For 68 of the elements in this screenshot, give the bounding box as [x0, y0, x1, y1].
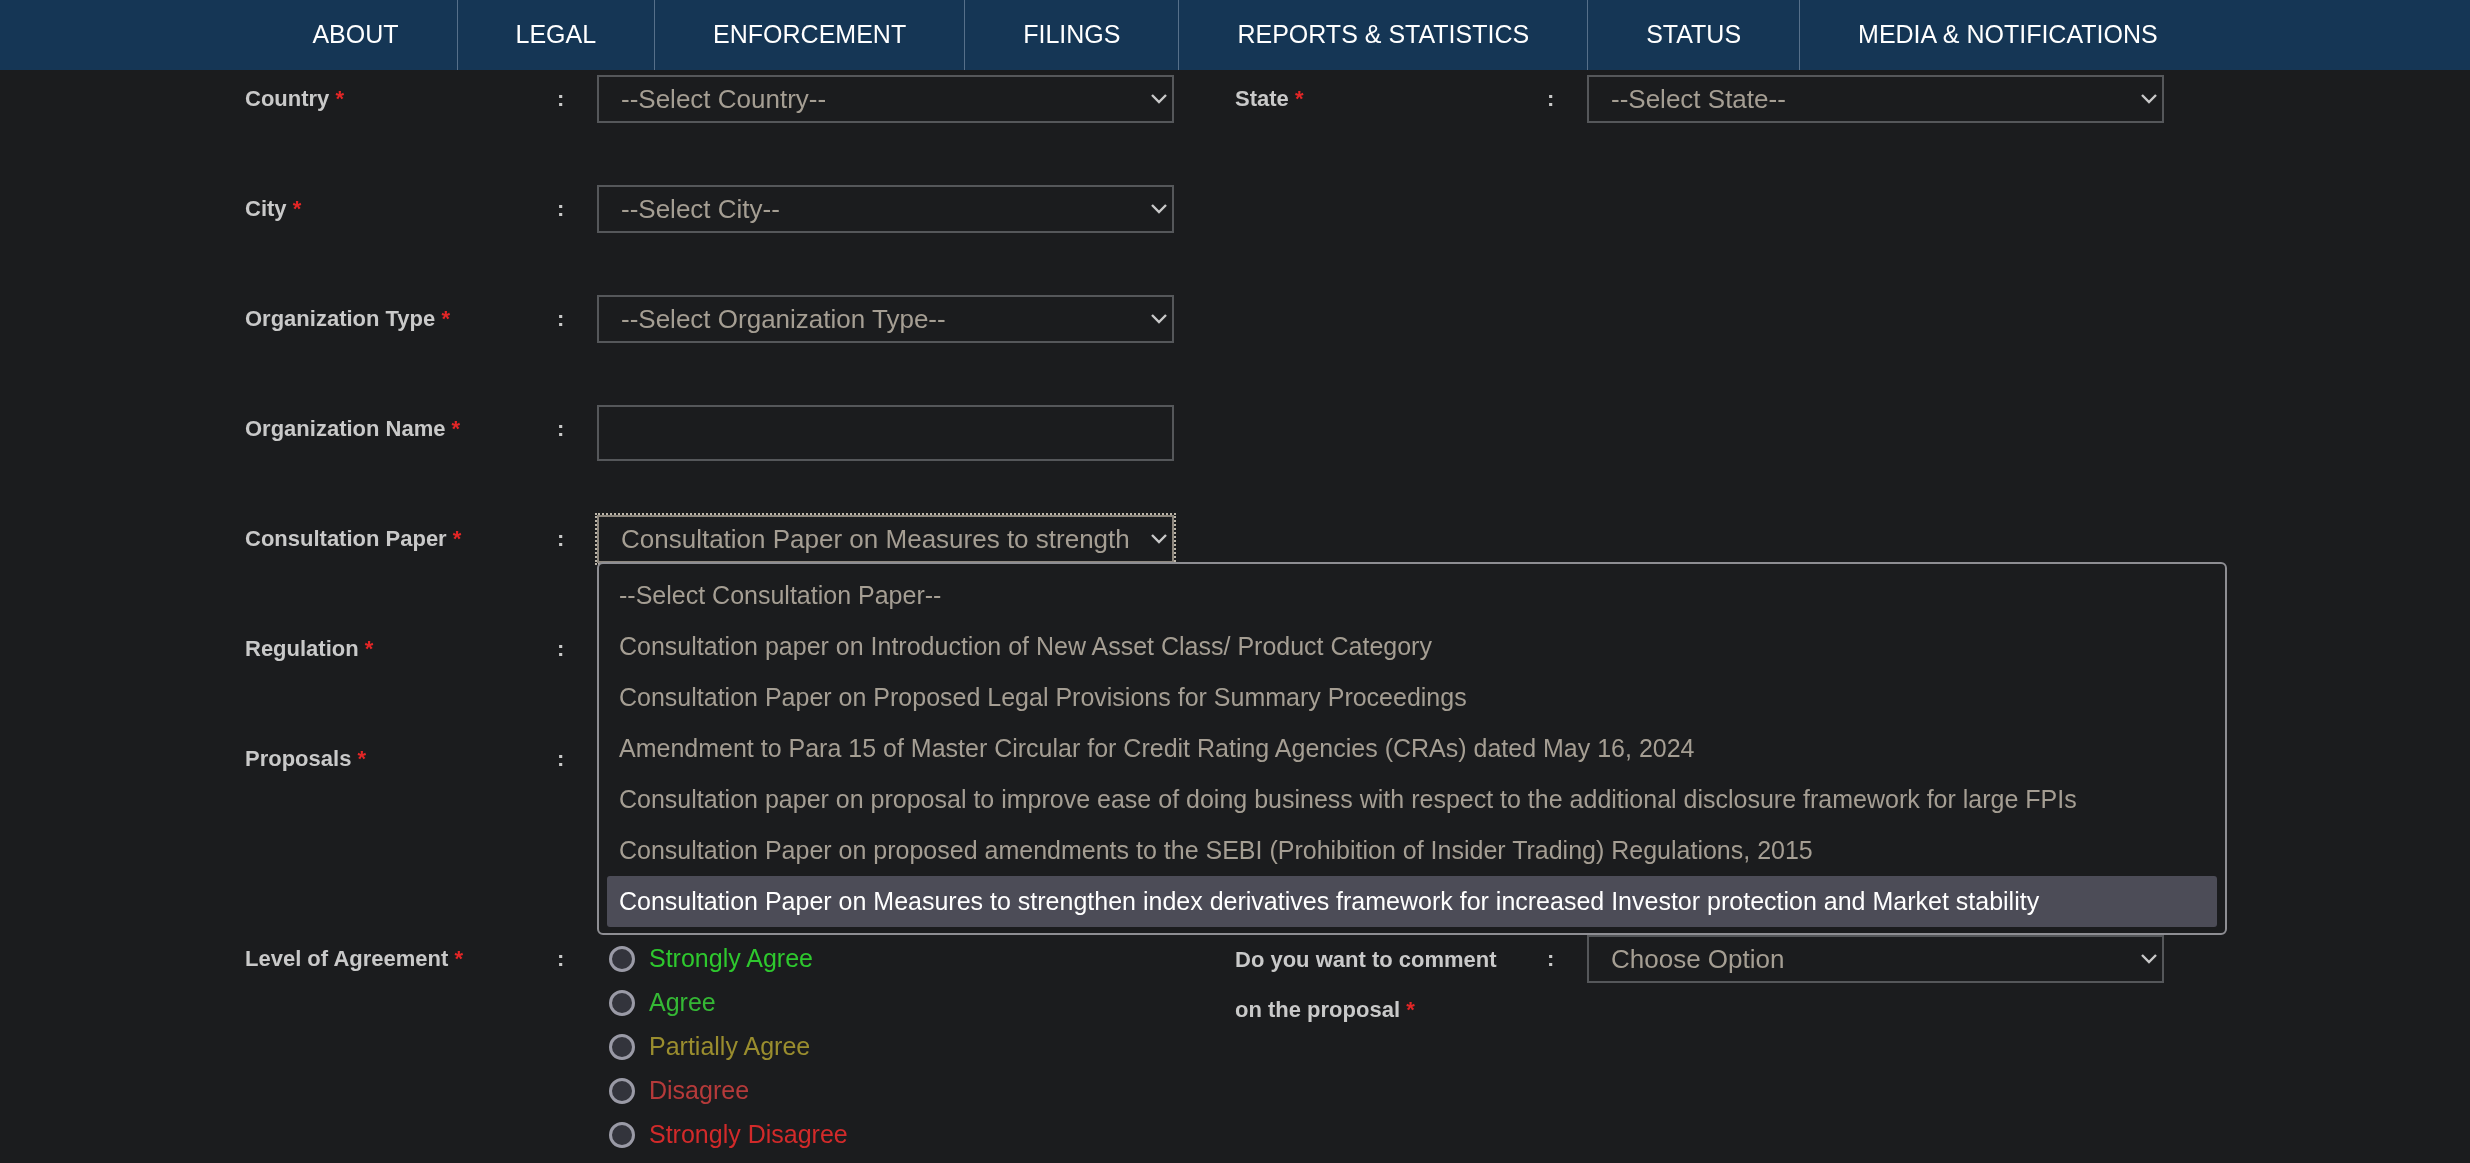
colon-separator: :	[557, 86, 565, 111]
nav-link[interactable]: REPORTS & STATISTICS	[1179, 0, 1589, 70]
required-mark: *	[357, 746, 367, 771]
field-label: Level of Agreement	[245, 946, 449, 971]
required-mark: *	[292, 196, 302, 221]
dropdown-option[interactable]: Consultation paper on proposal to improve ease of doing business with respect to the additional disclosure framework for large FPIs	[607, 774, 2217, 825]
dropdown-option[interactable]: Amendment to Para 15 of Master Circular for Credit Rating Agencies (CRAs) dated May 16, 2024	[607, 723, 2217, 774]
select-field[interactable]: --Select City--	[597, 185, 1174, 233]
input-field[interactable]	[597, 405, 1174, 461]
field-label: on the proposal	[1235, 997, 1400, 1022]
radio-button[interactable]	[609, 946, 635, 972]
field-label: Country	[245, 86, 330, 111]
chevron-down-icon	[1150, 203, 1168, 215]
radio-label: Partially Agree	[649, 1031, 811, 1063]
dropdown-option[interactable]: --Select Consultation Paper--	[607, 570, 2217, 621]
nav-link[interactable]: ABOUT	[254, 0, 458, 70]
nav-link[interactable]: STATUS	[1588, 0, 1801, 70]
select-field[interactable]: Consultation Paper on Measures to strength	[597, 515, 1174, 563]
dropdown-option[interactable]: Consultation Paper on Proposed Legal Provisions for Summary Proceedings	[607, 672, 2217, 723]
required-mark: *	[451, 416, 461, 441]
chevron-down-icon	[1150, 533, 1168, 545]
required-mark: *	[452, 526, 462, 551]
colon-separator: :	[557, 306, 565, 331]
radio-button[interactable]	[609, 1034, 635, 1060]
dropdown-option[interactable]: Consultation Paper on proposed amendments to the SEBI (Prohibition of Insider Trading) Regulations, 2015	[607, 825, 2217, 876]
required-mark: *	[364, 636, 374, 661]
select-field[interactable]: --Select Country--	[597, 75, 1174, 123]
field-label: Consultation Paper	[245, 526, 447, 551]
radio-label: Strongly Disagree	[649, 1119, 848, 1151]
chevron-down-icon	[2140, 953, 2158, 965]
field-label: Organization Name	[245, 416, 446, 441]
colon-separator: :	[557, 416, 565, 441]
nav-link[interactable]: FILINGS	[965, 0, 1180, 70]
field-label: Regulation	[245, 636, 359, 661]
radio-button[interactable]	[609, 1078, 635, 1104]
required-mark: *	[1294, 86, 1304, 111]
chevron-down-icon	[1150, 93, 1168, 105]
required-mark: *	[335, 86, 344, 111]
colon-separator: :	[1547, 946, 1555, 971]
select-field[interactable]: --Select State--	[1587, 75, 2164, 123]
colon-separator: :	[557, 636, 565, 661]
field-label: State	[1235, 86, 1289, 111]
field-label: Do you want to comment	[1235, 947, 1497, 972]
colon-separator: :	[557, 196, 565, 221]
field-label: City	[245, 196, 287, 221]
colon-separator: :	[557, 746, 565, 771]
nav-link[interactable]: MEDIA & NOTIFICATIONS	[1800, 0, 2216, 70]
radio-label: Agree	[649, 987, 716, 1019]
radio-label: Disagree	[649, 1075, 750, 1107]
field-label: Proposals	[245, 746, 352, 771]
chevron-down-icon	[2140, 93, 2158, 105]
dropdown-option[interactable]: Consultation Paper on Measures to strengthen index derivatives framework for increased Investor protection and Market stability	[607, 876, 2217, 927]
radio-button[interactable]	[609, 1122, 635, 1148]
colon-separator: :	[1547, 86, 1555, 111]
chevron-down-icon	[1150, 313, 1168, 325]
radio-button[interactable]	[609, 990, 635, 1016]
colon-separator: :	[557, 526, 565, 551]
select-field[interactable]: Choose Option	[1587, 935, 2164, 983]
required-mark: *	[441, 306, 450, 331]
field-label: Organization Type	[245, 306, 436, 331]
nav-link[interactable]: ENFORCEMENT	[655, 0, 966, 70]
required-mark: *	[454, 946, 464, 971]
select-field[interactable]: --Select Organization Type--	[597, 295, 1174, 343]
dropdown-option[interactable]: Consultation paper on Introduction of New Asset Class/ Product Category	[607, 621, 2217, 672]
nav-link[interactable]: LEGAL	[457, 0, 656, 70]
required-mark: *	[1406, 997, 1415, 1022]
colon-separator: :	[557, 946, 565, 971]
radio-label: Strongly Agree	[649, 943, 813, 975]
